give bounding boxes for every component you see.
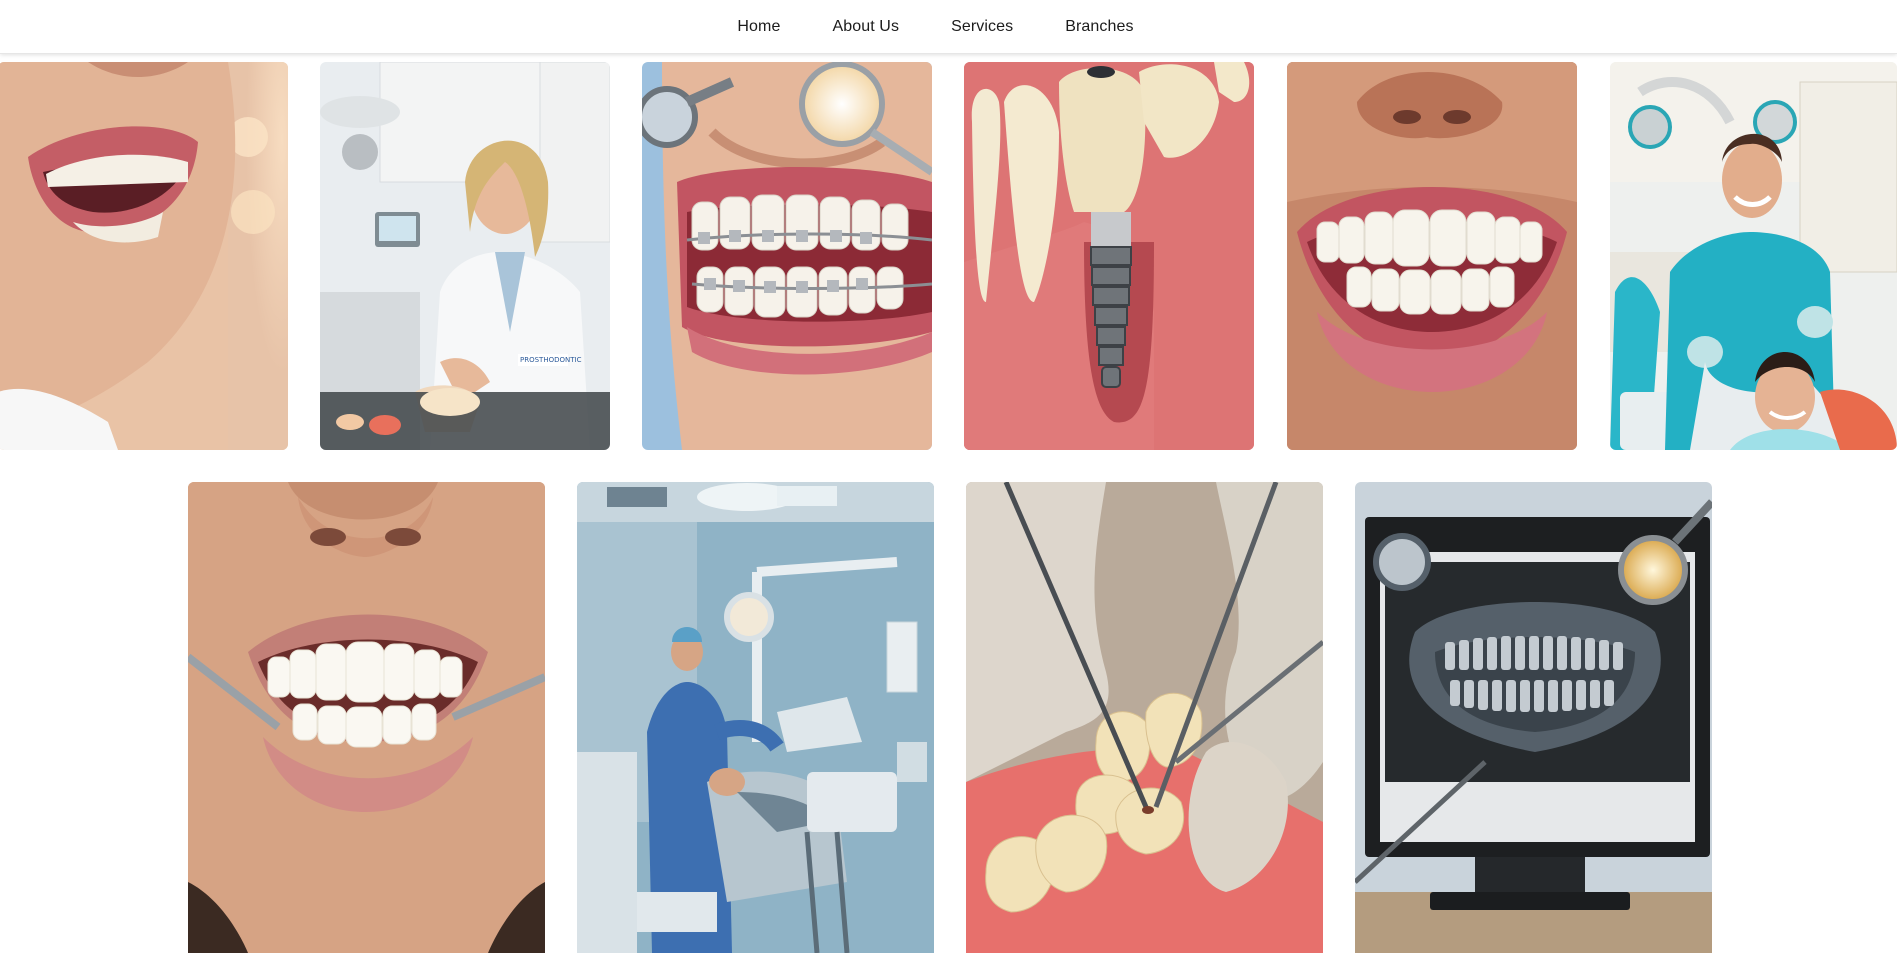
dental-xray-photo[interactable] xyxy=(1355,482,1712,953)
dental-surgery-room-photo[interactable] xyxy=(577,482,934,953)
dentist-patient-photo[interactable] xyxy=(1610,62,1897,450)
nav-about-us-link[interactable]: About Us xyxy=(832,18,899,36)
teeth-closeup-photo[interactable] xyxy=(1287,62,1577,450)
dental-procedure-photo[interactable] xyxy=(966,482,1323,953)
top-navigation-bar: Home About Us Services Branches xyxy=(0,0,1897,54)
main-nav: Home About Us Services Branches xyxy=(0,0,1897,54)
nav-branches-link[interactable]: Branches xyxy=(1065,18,1133,36)
smile-photo[interactable] xyxy=(0,62,288,450)
nav-home-link[interactable]: Home xyxy=(737,18,780,36)
implant-photo[interactable] xyxy=(964,62,1254,450)
braces-photo[interactable] xyxy=(642,62,932,450)
prosthodontist-photo[interactable]: PROSTHODONTIC xyxy=(320,62,610,450)
dental-exam-photo[interactable] xyxy=(188,482,545,953)
nav-services-link[interactable]: Services xyxy=(951,18,1013,36)
coat-text: PROSTHODONTIC xyxy=(520,356,582,364)
